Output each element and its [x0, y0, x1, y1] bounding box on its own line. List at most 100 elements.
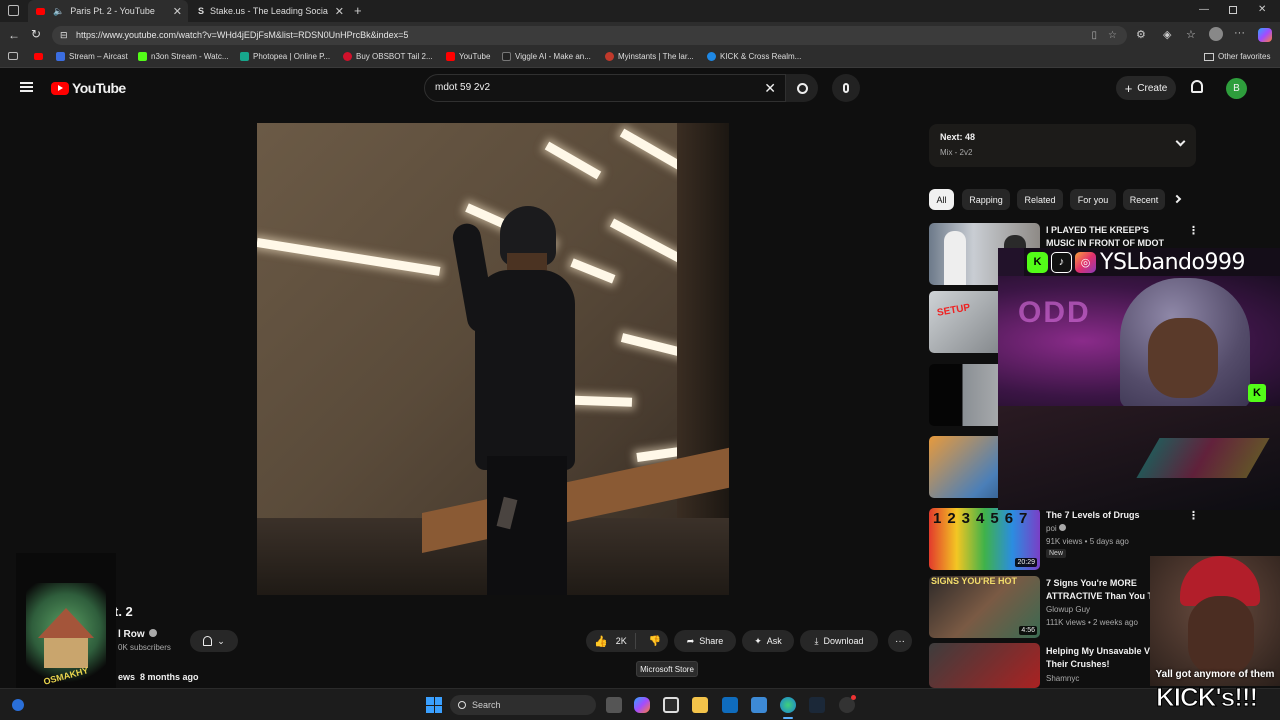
bookmark-youtube[interactable]: YouTube [446, 52, 490, 61]
file-explorer-icon[interactable] [692, 697, 708, 713]
kick-icon: K [1027, 251, 1048, 273]
steam-icon[interactable] [809, 697, 825, 713]
extensions-icon[interactable]: ⚙ [1136, 28, 1146, 41]
subscribe-notification-button[interactable]: ⌄ [190, 630, 238, 652]
kick-icon [138, 52, 147, 61]
favorite-star-icon[interactable]: ☆ [1108, 26, 1117, 45]
youtube-favicon-icon [36, 7, 45, 15]
related-channel: Shamnyc [1046, 674, 1080, 683]
bookmark-viggle[interactable]: Viggle AI - Make an... [502, 52, 591, 61]
bookmark-kick-cross[interactable]: KICK & Cross Realm... [707, 52, 801, 61]
search-icon [458, 701, 466, 709]
video-player[interactable] [257, 123, 729, 595]
related-meta: 91K views • 5 days ago [1046, 537, 1129, 546]
site-info-icon[interactable]: ⊟ [60, 26, 68, 45]
tooltip: Microsoft Store [636, 661, 698, 677]
person-figure [435, 198, 575, 595]
voice-search-button[interactable] [832, 74, 860, 102]
sparkle-icon: ✦ [754, 635, 762, 646]
youtube-logo[interactable]: YouTube [51, 80, 126, 96]
related-title[interactable]: The 7 Levels of Drugs [1046, 509, 1174, 522]
minimize-icon[interactable]: — [1199, 4, 1209, 15]
light-stripe [544, 141, 602, 180]
share-button[interactable]: ➦ Share [674, 630, 736, 652]
chip-for-you[interactable]: For you [1070, 189, 1116, 210]
streamer-handle: YSLbando999 [1100, 249, 1245, 275]
bookmark-photopea[interactable]: Photopea | Online P... [240, 52, 330, 61]
related-thumbnail[interactable]: 1234567 20:29 [929, 508, 1040, 570]
more-actions-button[interactable]: ··· [888, 630, 912, 652]
download-button[interactable]: ⤓ Download [800, 630, 878, 652]
related-thumbnail[interactable]: SIGNS YOU'RE HOT 4:56 [929, 576, 1040, 638]
chip-all[interactable]: All [929, 189, 954, 210]
tab-youtube[interactable]: 🔈 Paris Pt. 2 - YouTube ✕ [28, 0, 188, 22]
shield-icon[interactable]: ◈ [1163, 28, 1171, 41]
verified-icon [149, 629, 158, 637]
subscriber-count: 0K subscribers [118, 643, 171, 652]
chevron-right-icon[interactable] [1172, 194, 1182, 204]
edge-icon[interactable] [780, 697, 796, 713]
profile-icon[interactable] [1209, 27, 1223, 41]
reader-mode-icon[interactable]: ▯ [1091, 26, 1097, 45]
ask-button[interactable]: ✦ Ask [742, 630, 794, 652]
refresh-icon[interactable]: ↻ [31, 27, 41, 41]
avatar[interactable]: B [1226, 78, 1247, 99]
maximize-icon[interactable] [1229, 6, 1237, 14]
close-tab-icon[interactable]: ✕ [173, 5, 182, 18]
meme-caption: Yall got anymore of them [1155, 669, 1275, 680]
bookmark-obsbot[interactable]: Buy OBSBOT Tail 2... [343, 52, 433, 61]
task-view-icon[interactable] [606, 697, 622, 713]
notifications-bell-icon[interactable] [1191, 80, 1203, 93]
url-field[interactable]: ⊟ https://www.youtube.com/watch?v=WHd4jE… [52, 26, 1127, 45]
related-thumbnail[interactable] [929, 643, 1040, 688]
like-button[interactable]: 👍 2K [586, 633, 636, 649]
meme-big-text-wrap: KICK's!!! [1150, 680, 1280, 720]
chip-related[interactable]: Related [1017, 189, 1063, 210]
back-icon[interactable]: ← [8, 28, 20, 42]
favorites-icon[interactable]: ☆ [1186, 28, 1196, 41]
widgets-icon[interactable] [12, 699, 24, 711]
dislike-button[interactable]: 👎 [641, 636, 661, 647]
more-vertical-icon[interactable]: ⋮ [1188, 224, 1199, 237]
youtube-bookmark-icon[interactable] [34, 53, 43, 60]
photos-icon[interactable] [751, 697, 767, 713]
more-menu-icon[interactable]: ··· [1234, 27, 1245, 39]
bookmark-aircast[interactable]: Stream – Aircast [56, 52, 128, 61]
chevron-down-icon[interactable] [1175, 136, 1186, 147]
playlist-queue-panel[interactable]: Next: 48 Mix - 2v2 [929, 124, 1196, 167]
tab-stake[interactable]: S Stake.us - The Leading Social Cas ✕ [190, 0, 350, 22]
keyboard-rgb [1136, 438, 1270, 478]
new-badge: New [1046, 549, 1067, 558]
close-window-icon[interactable]: ✕ [1258, 4, 1266, 15]
verified-icon [1058, 524, 1066, 531]
bell-icon [203, 636, 213, 646]
copilot-taskbar-icon[interactable] [634, 697, 650, 713]
search-button[interactable] [786, 74, 818, 102]
chip-recent[interactable]: Recent [1123, 189, 1165, 210]
new-tab-icon[interactable]: + [354, 3, 362, 18]
search-input[interactable]: mdot 59 2v2 ✕ [424, 74, 786, 102]
outlook-icon[interactable] [722, 697, 738, 713]
window-menu-icon[interactable] [8, 5, 19, 16]
hamburger-menu-icon[interactable] [20, 82, 33, 92]
microsoft-store-icon[interactable] [663, 697, 679, 713]
bookmark-n3on[interactable]: n3on Stream - Watc... [138, 52, 229, 61]
start-icon[interactable] [426, 697, 442, 713]
copilot-icon[interactable] [1258, 28, 1272, 42]
light-stripe [570, 258, 616, 284]
create-button[interactable]: + Create [1116, 76, 1176, 100]
tiktok-icon: ♪ [1051, 251, 1072, 273]
volume-icon[interactable]: 🔈 [53, 6, 64, 17]
taskbar-search[interactable]: Search [450, 695, 596, 715]
other-favorites[interactable]: Other favorites [1204, 52, 1270, 61]
bookmark-myinstants[interactable]: Myinstants | The lar... [605, 52, 694, 61]
more-vertical-icon[interactable]: ⋮ [1188, 509, 1199, 522]
close-tab-icon[interactable]: ✕ [335, 5, 344, 18]
clear-search-icon[interactable]: ✕ [764, 75, 776, 101]
bookmarks-bar: Stream – Aircast n3on Stream - Watc... P… [0, 49, 1280, 68]
house-body [44, 638, 88, 668]
chip-rapping[interactable]: Rapping [962, 189, 1010, 210]
collections-icon[interactable] [8, 52, 18, 60]
channel-name[interactable]: l Row [118, 629, 158, 640]
thumbs-up-icon: 👍 [594, 635, 608, 648]
